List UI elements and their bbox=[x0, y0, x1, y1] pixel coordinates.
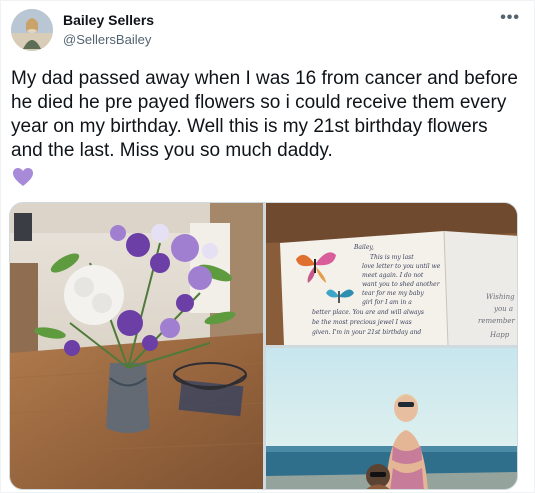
media-grid[interactable]: Bailey, This is my last love letter to y… bbox=[9, 202, 518, 490]
beach-photo[interactable] bbox=[266, 348, 517, 489]
flowers-photo[interactable] bbox=[10, 203, 263, 489]
avatar[interactable] bbox=[11, 9, 53, 51]
card-line: girl for I am in a bbox=[362, 299, 412, 306]
card-line: be the most precious jewel I was bbox=[312, 319, 412, 326]
card-line: tear for me my baby bbox=[362, 290, 424, 297]
tweet-card[interactable]: Bailey Sellers @SellersBailey ••• My dad… bbox=[0, 0, 535, 493]
display-name[interactable]: Bailey Sellers bbox=[63, 12, 154, 28]
letter-card-photo[interactable]: Bailey, This is my last love letter to y… bbox=[266, 203, 517, 345]
purple-heart-icon bbox=[11, 165, 35, 189]
tweet-text: My dad passed away when I was 16 from ca… bbox=[11, 68, 518, 161]
card-line: This is my last bbox=[370, 254, 414, 261]
card-line: meet again. I do not bbox=[362, 272, 424, 279]
card-line: want you to shed another bbox=[362, 281, 441, 288]
card-line: Bailey, bbox=[353, 244, 374, 251]
more-options-icon[interactable]: ••• bbox=[500, 9, 520, 27]
card-line: love letter to you until we bbox=[362, 263, 441, 270]
card-right-line: you a bbox=[493, 305, 513, 313]
avatar-image bbox=[11, 9, 53, 51]
card-right-line: Happ bbox=[489, 331, 510, 339]
user-handle[interactable]: @SellersBailey bbox=[63, 32, 151, 47]
card-right-line: Wishing bbox=[486, 293, 515, 301]
card-right-line: remember bbox=[478, 317, 516, 325]
card-line: given. I'm in your 21st birthday and bbox=[312, 329, 421, 336]
card-line: better place. You are and will always bbox=[312, 309, 424, 316]
